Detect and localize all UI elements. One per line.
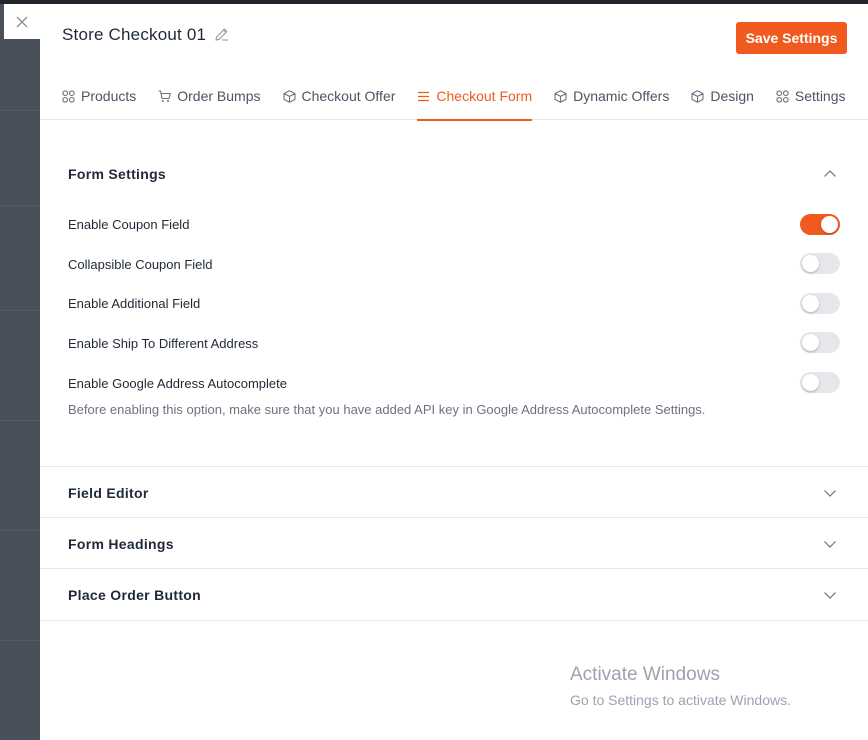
toggle-knob — [802, 334, 819, 351]
tab-label: Checkout Form — [436, 88, 533, 104]
chevron-down-icon — [824, 490, 836, 497]
box-icon — [691, 90, 704, 103]
autocomplete-help-text: Before enabling this option, make sure t… — [68, 402, 706, 417]
backdrop-divider — [0, 420, 40, 421]
close-icon — [16, 16, 28, 27]
toggle-knob — [802, 374, 819, 391]
toggle-knob — [802, 255, 819, 272]
backdrop-divider — [0, 110, 40, 111]
box-icon — [554, 90, 567, 103]
collapsible-coupon-field-toggle[interactable] — [800, 253, 840, 274]
tab-label: Order Bumps — [177, 88, 261, 104]
toggle-knob — [802, 295, 819, 312]
collapsible-coupon-field-label: Collapsible Coupon Field — [68, 257, 213, 272]
settings-panel: Store Checkout 01 Save Settings Products… — [40, 4, 868, 740]
backdrop-divider — [0, 205, 40, 206]
enable-additional-field-label: Enable Additional Field — [68, 296, 201, 311]
backdrop-divider — [0, 530, 40, 531]
field-editor-heading: Field Editor — [68, 485, 149, 501]
save-settings-button[interactable]: Save Settings — [736, 22, 847, 54]
tab-design[interactable]: Design — [691, 80, 754, 120]
form-headings-accordion[interactable]: Form Headings — [40, 517, 868, 569]
tab-checkout-form[interactable]: Checkout Form — [417, 80, 533, 121]
field-editor-accordion[interactable]: Field Editor — [40, 466, 868, 518]
backdrop-divider — [0, 640, 40, 641]
close-button[interactable] — [4, 4, 40, 39]
tab-label: Checkout Offer — [301, 88, 396, 104]
form-headings-heading: Form Headings — [68, 536, 174, 552]
pencil-edit-icon[interactable] — [214, 26, 230, 42]
place-order-button-heading: Place Order Button — [68, 587, 201, 603]
chevron-up-icon[interactable] — [823, 167, 837, 181]
grid-icon — [776, 90, 789, 103]
watermark-title: Activate Windows — [570, 664, 720, 685]
divider — [40, 620, 868, 621]
place-order-button-accordion[interactable]: Place Order Button — [40, 568, 868, 620]
list-icon — [418, 91, 430, 102]
chevron-down-icon — [824, 592, 836, 599]
form-settings-heading[interactable]: Form Settings — [68, 166, 166, 182]
tab-label: Settings — [794, 88, 846, 104]
activate-windows-watermark: Activate Windows Go to Settings to activ… — [570, 664, 791, 708]
tab-order-bumps[interactable]: Order Bumps — [158, 80, 261, 120]
tab-dynamic-offers[interactable]: Dynamic Offers — [554, 80, 669, 120]
toggle-knob — [821, 216, 838, 233]
ship-to-different-address-label: Enable Ship To Different Address — [68, 336, 259, 351]
page-title: Store Checkout 01 — [62, 25, 207, 44]
tab-label: Products — [81, 88, 137, 104]
enable-additional-field-toggle[interactable] — [800, 293, 840, 314]
grid-icon — [62, 90, 75, 103]
box-icon — [282, 90, 296, 103]
tab-label: Dynamic Offers — [573, 88, 670, 104]
tab-label: Design — [710, 88, 754, 104]
panel-header: Store Checkout 01 Save Settings Products… — [40, 4, 868, 121]
enable-coupon-field-label: Enable Coupon Field — [68, 217, 190, 232]
backdrop-divider — [0, 310, 40, 311]
google-address-autocomplete-toggle[interactable] — [800, 372, 840, 393]
tab-bar: Products Order Bumps Checkout Offer Chec… — [62, 80, 868, 121]
tab-settings[interactable]: Settings — [776, 80, 846, 120]
google-address-autocomplete-label: Enable Google Address Autocomplete — [68, 376, 287, 391]
enable-coupon-field-toggle[interactable] — [800, 214, 840, 235]
tab-products[interactable]: Products — [62, 80, 136, 120]
ship-to-different-address-toggle[interactable] — [800, 332, 840, 353]
cart-icon — [158, 90, 172, 102]
chevron-down-icon — [824, 541, 836, 548]
watermark-subtitle: Go to Settings to activate Windows. — [570, 692, 791, 708]
tab-checkout-offer[interactable]: Checkout Offer — [282, 80, 396, 120]
